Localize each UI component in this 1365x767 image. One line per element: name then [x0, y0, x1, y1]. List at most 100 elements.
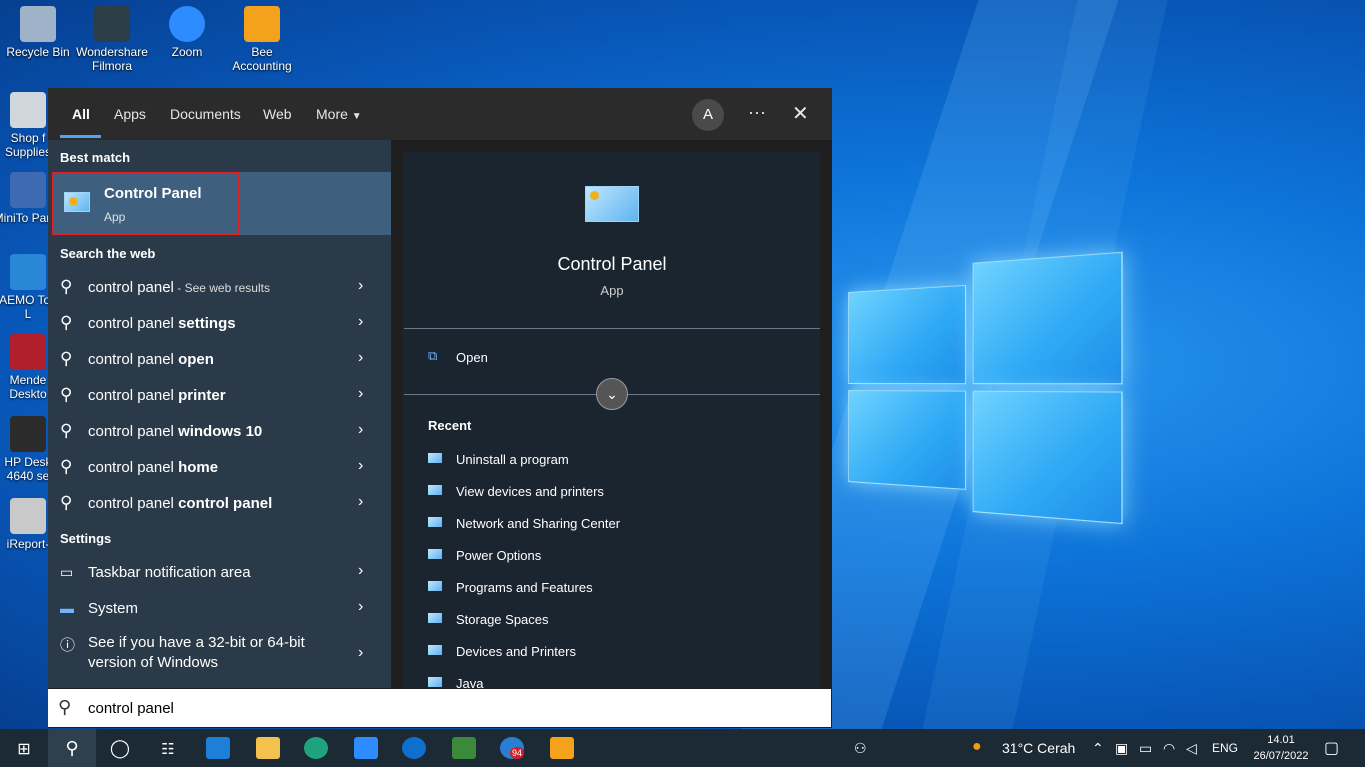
web-result-row[interactable]: ⚲ control panel windows 10 ›	[48, 413, 391, 449]
mail-icon[interactable]	[206, 737, 230, 759]
settings-result-row[interactable]: ▭ Taskbar notification area ›	[48, 554, 391, 590]
chevron-right-icon: ›	[358, 277, 363, 295]
web-result-row[interactable]: ⚲ control panel open ›	[48, 341, 391, 377]
settings-result-row[interactable]: ⓘ See if you have a 32-bit or 64-bit ver…	[48, 626, 391, 676]
chevron-right-icon: ›	[358, 493, 363, 511]
weather-text[interactable]: 31°C Cerah	[1002, 740, 1075, 756]
language-indicator[interactable]: ENG	[1212, 741, 1238, 755]
search-icon: ⚲	[60, 385, 72, 405]
people-icon[interactable]: ⚇	[854, 740, 867, 757]
edge-icon[interactable]	[304, 737, 328, 759]
web-result-text: control panel settings	[88, 315, 236, 332]
daemon-tools-icon	[10, 254, 46, 290]
control-panel-icon	[428, 581, 442, 591]
tab-web[interactable]: Web	[263, 106, 292, 122]
recent-item[interactable]: View devices and printers	[428, 484, 728, 504]
avatar[interactable]: A	[692, 99, 724, 131]
wifi-icon[interactable]: ◠	[1163, 740, 1175, 757]
chevron-right-icon: ›	[358, 421, 363, 439]
recent-item-label: Devices and Printers	[456, 644, 576, 659]
task-view-button[interactable]: ☷	[144, 729, 192, 767]
settings-result-row[interactable]: ▬ System ›	[48, 590, 391, 626]
detail-subtitle: App	[404, 283, 820, 298]
filmora-icon	[94, 6, 130, 42]
file-explorer-icon[interactable]	[256, 737, 280, 759]
search-button[interactable]: ⚲	[48, 729, 96, 767]
chevron-right-icon: ›	[358, 349, 363, 367]
zoom-icon	[169, 6, 205, 42]
settings-result-text: System	[88, 600, 138, 617]
desktop-icon-label: Zoom	[149, 45, 225, 59]
recent-item[interactable]: Power Options	[428, 548, 728, 568]
web-result-row[interactable]: ⚲ control panel settings ›	[48, 305, 391, 341]
start-button[interactable]: ⊞	[0, 729, 48, 767]
settings-result-text: Taskbar notification area	[88, 564, 251, 581]
settings-result-text-line2: version of Windows	[88, 654, 218, 671]
cortana-icon: ◯	[110, 738, 130, 758]
clock[interactable]: 14.01 26/07/2022	[1250, 732, 1312, 764]
web-result-text: control panel open	[88, 351, 214, 368]
web-result-row[interactable]: ⚲ control panel home ›	[48, 449, 391, 485]
clock-time: 14.01	[1250, 732, 1312, 748]
mendeley-icon	[10, 334, 46, 370]
recent-item[interactable]: Network and Sharing Center	[428, 516, 728, 536]
bee-accounting-icon	[244, 6, 280, 42]
recent-item[interactable]: Programs and Features	[428, 580, 728, 600]
open-label: Open	[456, 350, 488, 365]
open-action[interactable]: ⧉ Open	[428, 350, 628, 370]
search-input[interactable]: control panel	[88, 700, 174, 717]
chevron-right-icon: ›	[358, 598, 363, 616]
control-panel-icon	[428, 645, 442, 655]
recent-item[interactable]: Java	[428, 676, 728, 688]
recent-item[interactable]: Storage Spaces	[428, 612, 728, 632]
search-icon: ⚲	[60, 421, 72, 441]
ellipsis-icon[interactable]: ···	[748, 102, 766, 123]
desktop-icon-label: Wondershare Filmora	[74, 45, 150, 73]
cortana-button[interactable]: ◯	[96, 729, 144, 767]
volume-icon[interactable]: ◁	[1186, 740, 1197, 757]
search-web-heading: Search the web	[60, 246, 155, 261]
desktop-icon-filmora[interactable]: Wondershare Filmora	[74, 6, 150, 73]
desktop-icon-zoom[interactable]: Zoom	[149, 6, 225, 59]
search-panel: All Apps Documents Web More ▼ A ··· ✕ Be…	[48, 88, 832, 728]
chevron-up-icon[interactable]: ⌃	[1092, 740, 1104, 757]
bee-accounting-icon[interactable]	[550, 737, 574, 759]
divider	[404, 328, 820, 329]
info-icon: ⓘ	[60, 634, 75, 655]
recent-item[interactable]: Uninstall a program	[428, 452, 728, 472]
desktop-icon-label: Bee Accounting	[224, 45, 300, 73]
chevron-right-icon: ›	[358, 457, 363, 475]
meet-icon[interactable]: ▣	[1115, 740, 1128, 757]
recent-heading: Recent	[428, 418, 471, 433]
tab-all[interactable]: All	[72, 106, 90, 122]
telegram-icon[interactable]: 94	[500, 737, 524, 759]
desktop-icon-recycle-bin[interactable]: Recycle Bin	[0, 6, 76, 59]
tab-more[interactable]: More ▼	[316, 106, 362, 122]
tab-apps[interactable]: Apps	[114, 106, 146, 122]
expand-chevron-icon[interactable]: ⌄	[596, 378, 628, 410]
spreadsheet-icon[interactable]	[452, 737, 476, 759]
tab-documents[interactable]: Documents	[170, 106, 241, 122]
web-result-text: control panel home	[88, 459, 218, 476]
search-box[interactable]: ⚲ control panel	[48, 689, 831, 727]
battery-icon[interactable]: ▭	[1139, 740, 1152, 757]
web-result-text: control panel windows 10	[88, 423, 262, 440]
tab-more-label: More	[316, 106, 348, 122]
control-panel-icon	[428, 485, 442, 495]
web-result-row[interactable]: ⚲ control panel - See web results ›	[48, 269, 391, 305]
teamviewer-icon[interactable]	[402, 737, 426, 759]
control-panel-large-icon	[585, 186, 639, 222]
java-icon	[428, 677, 442, 687]
ireport-icon	[10, 498, 46, 534]
recent-item-label: Java	[456, 676, 483, 688]
desktop-icon-bee-accounting[interactable]: Bee Accounting	[224, 6, 300, 73]
web-result-text: control panel printer	[88, 387, 226, 404]
recent-item[interactable]: Devices and Printers	[428, 644, 728, 664]
zoom-icon[interactable]	[354, 737, 378, 759]
best-match-heading: Best match	[60, 150, 130, 165]
web-result-row[interactable]: ⚲ control panel control panel ›	[48, 485, 391, 521]
notification-icon[interactable]: ▢	[1324, 738, 1339, 758]
web-result-row[interactable]: ⚲ control panel printer ›	[48, 377, 391, 413]
recent-item-label: Network and Sharing Center	[456, 516, 620, 531]
close-icon[interactable]: ✕	[792, 101, 809, 126]
